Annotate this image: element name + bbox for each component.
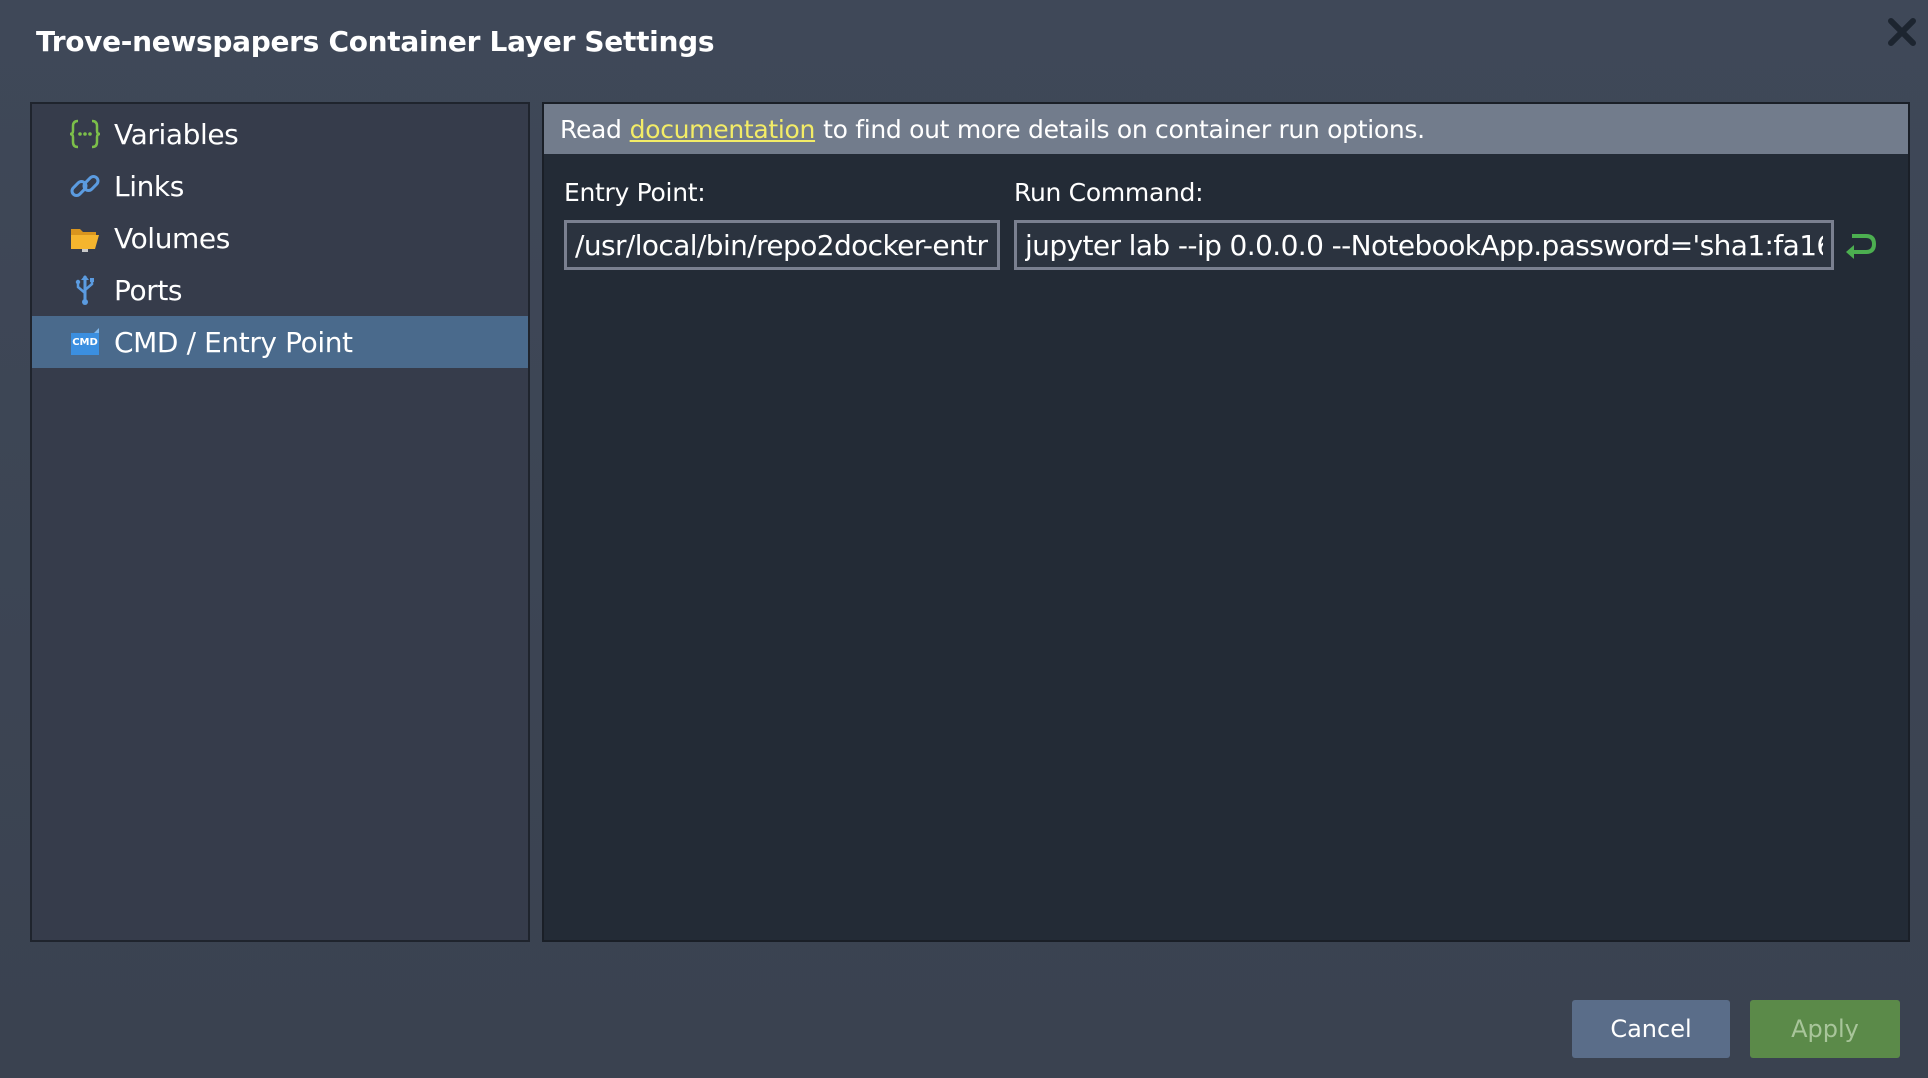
entry-point-label: Entry Point: (564, 178, 706, 207)
folder-icon (68, 221, 102, 255)
cmd-icon-label: CMD (72, 337, 98, 348)
sidebar-item-ports[interactable]: Ports (32, 264, 528, 316)
sidebar-item-label: Links (114, 169, 184, 203)
info-bar: Read documentation to find out more deta… (544, 104, 1908, 154)
run-command-label: Run Command: (1014, 178, 1204, 207)
close-icon[interactable] (1884, 14, 1920, 50)
sidebar-item-cmd-entry-point[interactable]: CMD CMD / Entry Point (32, 316, 528, 368)
sidebar-item-links[interactable]: Links (32, 160, 528, 212)
sidebar-item-label: Volumes (114, 221, 230, 255)
documentation-link[interactable]: documentation (630, 115, 816, 144)
settings-content-panel: Read documentation to find out more deta… (542, 102, 1910, 942)
info-suffix: to find out more details on container ru… (823, 114, 1425, 144)
link-icon (68, 169, 102, 203)
run-command-input[interactable] (1014, 220, 1834, 270)
cancel-button[interactable]: Cancel (1572, 1000, 1730, 1058)
reset-command-icon[interactable] (1844, 228, 1878, 262)
braces-icon (68, 117, 102, 151)
entry-point-input[interactable] (564, 220, 1000, 270)
sidebar-item-variables[interactable]: Variables (32, 108, 528, 160)
cmd-icon: CMD (68, 325, 102, 359)
info-prefix: Read (560, 114, 622, 144)
sidebar-list: Variables Links Volumes Ports CMD CMD / … (32, 104, 528, 368)
container-settings-dialog: Trove-newspapers Container Layer Setting… (0, 0, 1928, 1078)
sidebar-item-label: CMD / Entry Point (114, 325, 353, 359)
sidebar-item-label: Ports (114, 273, 183, 307)
apply-button[interactable]: Apply (1750, 1000, 1900, 1058)
dialog-title: Trove-newspapers Container Layer Setting… (36, 25, 715, 58)
sidebar-item-label: Variables (114, 117, 239, 151)
settings-sidebar: Variables Links Volumes Ports CMD CMD / … (30, 102, 530, 942)
usb-port-icon (68, 273, 102, 307)
sidebar-item-volumes[interactable]: Volumes (32, 212, 528, 264)
